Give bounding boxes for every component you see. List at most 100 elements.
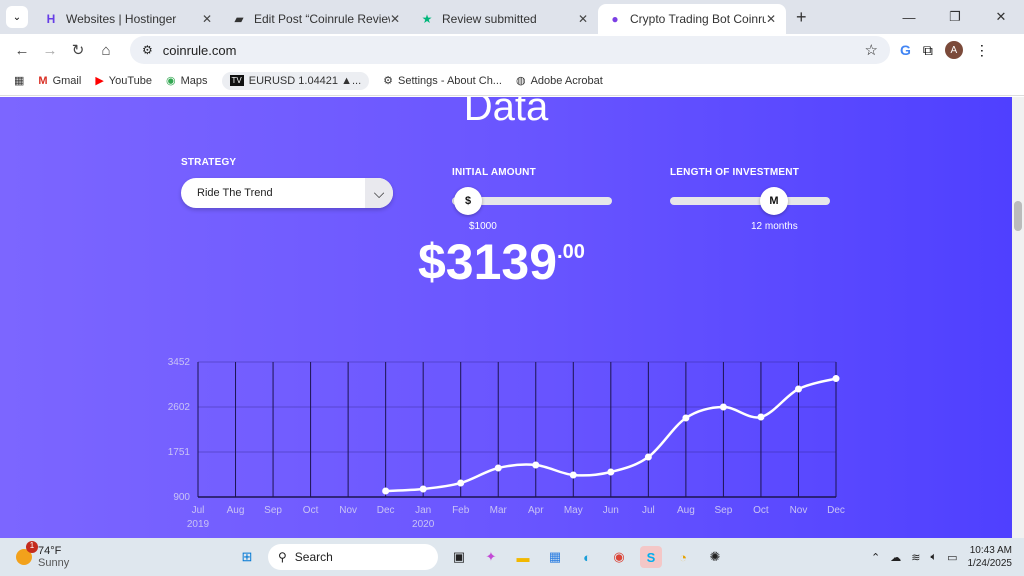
coinrule-icon: ● xyxy=(611,12,619,26)
y-tick-label: 3452 xyxy=(168,357,191,368)
bookmark-youtube[interactable]: ▶ YouTube xyxy=(95,74,152,88)
x-tick-label: May xyxy=(564,505,583,516)
bookmarks-bar: ▦ M Gmail ▶ YouTube ◉ Maps TV EURUSD 1.04421… xyxy=(0,66,1024,96)
cloud-icon[interactable]: ☁ xyxy=(890,551,901,564)
close-tab-icon[interactable]: ✕ xyxy=(578,12,588,26)
windows-start-icon[interactable]: ⊞ xyxy=(236,546,258,568)
x-tick-label: Mar xyxy=(490,505,508,516)
temperature: 74°F xyxy=(38,545,62,557)
edge-icon[interactable]: ◐ xyxy=(576,546,598,568)
back-icon[interactable]: ← xyxy=(8,42,36,59)
skype-icon[interactable]: S xyxy=(640,546,662,568)
volume-icon[interactable]: 🔈︎ xyxy=(930,551,937,564)
data-point xyxy=(569,471,577,479)
google-icon[interactable]: G xyxy=(900,42,911,58)
bookmark-maps[interactable]: ◉ Maps xyxy=(166,74,208,88)
vpn-icon[interactable]: ◔ xyxy=(672,546,694,568)
hostinger-icon: H xyxy=(46,12,56,26)
x-tick-label: Dec xyxy=(827,505,845,516)
copilot-icon[interactable]: ✦ xyxy=(480,546,502,568)
year-label: 2020 xyxy=(412,519,435,530)
x-tick-label: Jan xyxy=(415,505,431,516)
scrollbar[interactable] xyxy=(1012,97,1024,538)
close-tab-icon[interactable]: ✕ xyxy=(202,12,212,26)
bookmark-star-icon[interactable]: ☆ xyxy=(865,41,878,59)
data-point xyxy=(757,413,765,421)
data-point xyxy=(419,485,427,493)
year-label: 2019 xyxy=(187,519,210,530)
reload-icon[interactable]: ↻ xyxy=(64,41,92,59)
x-tick-label: Dec xyxy=(377,505,395,516)
y-tick-label: 2602 xyxy=(168,402,191,413)
tab-review-submitted[interactable]: ★ Review submitted ✕ xyxy=(410,4,598,34)
x-tick-label: Apr xyxy=(528,505,544,516)
x-tick-label: Oct xyxy=(303,505,319,516)
bookmark-eurusd[interactable]: TV EURUSD 1.04421 ▲... xyxy=(221,71,370,90)
avatar[interactable]: A xyxy=(944,41,963,59)
wifi-icon[interactable]: ≋ xyxy=(911,551,920,564)
tradingview-icon: TV xyxy=(229,75,244,86)
data-point xyxy=(382,487,390,495)
bookmark-gmail[interactable]: M Gmail xyxy=(38,75,81,87)
search-icon: ⚲ xyxy=(278,550,287,564)
tab-hostinger[interactable]: H Websites | Hostinger ✕ xyxy=(34,4,222,34)
weather-badge: 1 xyxy=(26,541,38,553)
battery-icon[interactable]: ▭ xyxy=(947,551,957,564)
data-point xyxy=(494,464,502,472)
gmail-icon: M xyxy=(38,74,48,87)
gear-icon: ⚙ xyxy=(383,75,394,87)
site-info-icon[interactable]: ⚙ xyxy=(142,43,153,57)
close-window-icon[interactable]: ✕ xyxy=(978,0,1024,34)
x-tick-label: Oct xyxy=(753,505,769,516)
extensions-icon[interactable]: ⧉ xyxy=(923,42,933,59)
clock[interactable]: 10:43 AM 1/24/2025 xyxy=(968,544,1013,570)
x-tick-label: Aug xyxy=(677,505,695,516)
task-view-icon[interactable]: ▣ xyxy=(448,546,470,568)
coinrule-page: Data STRATEGY Ride The Trend ⌵ INITIAL AM… xyxy=(0,97,1012,538)
taskbar-search[interactable]: ⚲ Search xyxy=(268,544,438,570)
weather-widget[interactable]: 74°F Sunny 1 xyxy=(16,541,70,569)
data-point xyxy=(644,453,652,461)
data-point xyxy=(832,375,840,383)
x-tick-label: Feb xyxy=(452,505,470,516)
star-icon: ★ xyxy=(421,12,433,26)
bookmark-settings[interactable]: ⚙ Settings - About Ch... xyxy=(383,74,502,88)
tab-search-button[interactable]: ⌄ xyxy=(6,6,28,28)
x-tick-label: Nov xyxy=(790,505,808,516)
x-tick-label: Aug xyxy=(227,505,245,516)
data-point xyxy=(682,414,690,422)
restore-icon[interactable]: ❐ xyxy=(932,0,978,34)
taskbar: 74°F Sunny 1 ⊞ ⚲ Search ▣ ✦ ▬ ▦ ◐ ◉ S ◔ ✺ … xyxy=(0,538,1024,576)
weather-condition: Sunny xyxy=(38,557,70,569)
forward-icon[interactable]: → xyxy=(36,42,64,59)
chevron-up-icon[interactable]: ⌃ xyxy=(871,551,880,564)
new-tab-button[interactable]: + xyxy=(796,7,807,28)
home-icon[interactable]: ⌂ xyxy=(92,42,120,59)
data-point xyxy=(607,468,615,476)
minimize-icon[interactable]: — xyxy=(886,0,932,34)
address-bar[interactable]: ⚙ coinrule.com ☆ xyxy=(130,36,890,64)
chrome-icon[interactable]: ◉ xyxy=(608,546,630,568)
x-tick-label: Sep xyxy=(264,505,282,516)
y-tick-label: 900 xyxy=(173,492,190,503)
chatgpt-icon[interactable]: ✺ xyxy=(704,546,726,568)
close-tab-icon[interactable]: ✕ xyxy=(390,12,400,26)
tab-edit-post[interactable]: ▰Edit Post “Coinrule Review best✕ xyxy=(222,4,410,34)
tab-coinrule[interactable]: ● Crypto Trading Bot Coinrule ✕ xyxy=(598,4,786,34)
menu-icon[interactable]: ⋮ xyxy=(975,42,989,59)
search-placeholder: Search xyxy=(294,550,333,564)
apps-icon[interactable]: ▦ xyxy=(14,74,24,87)
file-explorer-icon[interactable]: ▬ xyxy=(512,546,534,568)
x-tick-label: Nov xyxy=(339,505,357,516)
data-point xyxy=(457,479,465,487)
bookmark-adobe-acrobat[interactable]: ◍ Adobe Acrobat xyxy=(516,74,603,88)
url-text: coinrule.com xyxy=(162,42,237,58)
data-point xyxy=(532,461,540,469)
close-tab-icon[interactable]: ✕ xyxy=(766,12,776,26)
youtube-icon: ▶ xyxy=(95,75,104,87)
scrollbar-thumb[interactable] xyxy=(1014,201,1022,231)
time: 10:43 AM xyxy=(969,545,1012,556)
store-icon[interactable]: ▦ xyxy=(544,546,566,568)
maps-icon: ◉ xyxy=(166,75,176,87)
performance-chart: 900 1751 2602 3452 Jul Aug Sep Oct Nov Dec Jan Feb M… xyxy=(168,357,845,530)
